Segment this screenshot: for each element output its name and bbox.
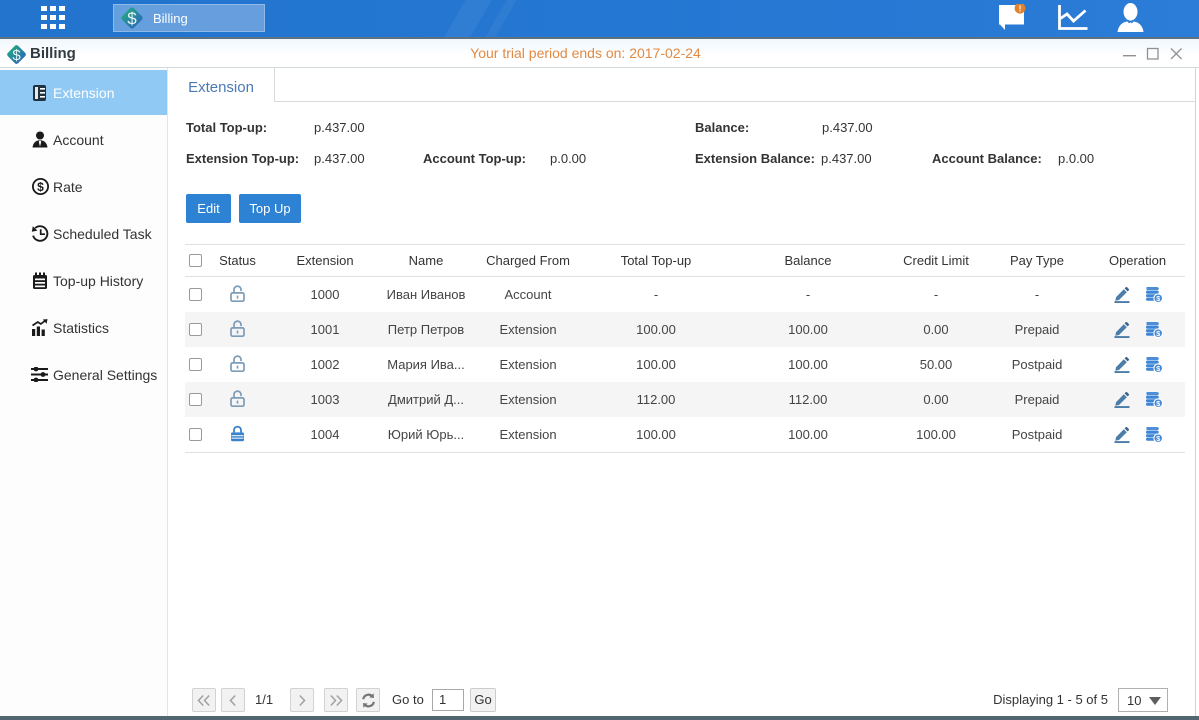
svg-text:!: !	[1019, 4, 1022, 14]
svg-text:$: $	[37, 180, 44, 194]
svg-text:$: $	[127, 9, 137, 28]
